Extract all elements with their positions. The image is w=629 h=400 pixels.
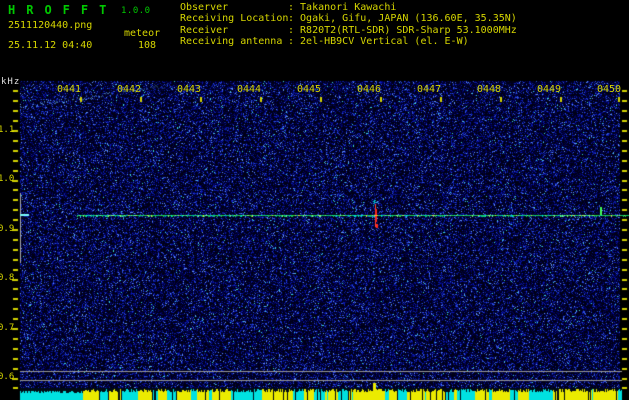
observer-info-row: Receiving antenna : 2el-HB9CV Vertical (e…	[180, 36, 517, 47]
app-title: HROFFT	[8, 3, 118, 17]
time-tick-label: 0448	[476, 84, 502, 95]
spectrogram-canvas	[0, 0, 629, 400]
info-label: Receiver	[180, 24, 229, 36]
info-label: Observer	[180, 2, 229, 13]
time-tick-label: 0450	[596, 84, 622, 95]
observation-datetime: 25.11.12 04:40	[8, 40, 93, 51]
observation-mode: meteor	[124, 28, 161, 39]
info-value: : 2el-HB9CV Vertical (el. E-W)	[288, 35, 469, 47]
freq-tick-label: 1.0	[0, 174, 15, 184]
time-tick-label: 0442	[116, 84, 142, 95]
observer-info-block: Observer : Takanori Kawachi Receiving Loca…	[180, 2, 517, 47]
freq-tick-label: 0.9	[0, 224, 15, 234]
output-filename: 2511120440.png	[8, 20, 93, 31]
info-label: Receiving Location	[180, 13, 289, 25]
time-tick-label: 0446	[356, 84, 382, 95]
time-tick-label: 0444	[236, 84, 262, 95]
freq-tick-label: 0.7	[0, 323, 15, 333]
app-version: 1.0.0	[121, 6, 151, 16]
freq-tick-label: 0.8	[0, 273, 15, 283]
time-tick-label: 0449	[536, 84, 562, 95]
hrofft-window: HROFFT 1.0.0 2511120440.png meteor 25.11…	[0, 0, 629, 400]
observer-info-row: Observer : Takanori Kawachi	[180, 2, 517, 13]
time-tick-label: 0443	[176, 84, 202, 95]
info-value: : Takanori Kawachi	[288, 2, 397, 13]
time-tick-label: 0441	[56, 84, 82, 95]
info-label: Receiving antenna	[180, 35, 283, 47]
freq-tick-label: 0.6	[0, 372, 15, 382]
time-tick-label: 0447	[416, 84, 442, 95]
info-value: : Ogaki, Gifu, JAPAN (136.60E, 35.35N)	[288, 13, 517, 25]
freq-tick-label: 1.1	[0, 125, 15, 135]
freq-axis-unit: kHz	[1, 77, 21, 87]
observer-info-row: Receiver : R820T2(RTL-SDR) SDR-Sharp 53.1…	[180, 25, 517, 36]
echo-count: 108	[138, 40, 157, 51]
time-tick-label: 0445	[296, 84, 322, 95]
info-value: : R820T2(RTL-SDR) SDR-Sharp 53.1000MHz	[288, 24, 517, 36]
observer-info-row: Receiving Location: Ogaki, Gifu, JAPAN (…	[180, 13, 517, 24]
